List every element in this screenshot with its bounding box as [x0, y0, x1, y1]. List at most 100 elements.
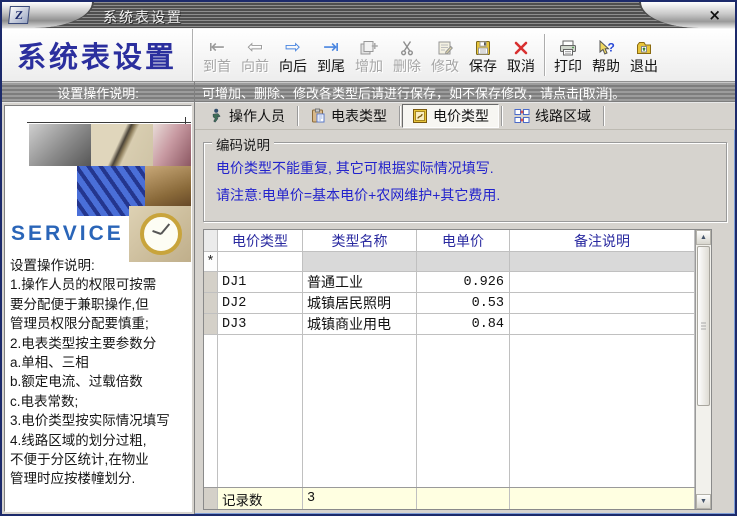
price-type-grid: 电价类型 类型名称 电单价 备注说明 *: [203, 229, 712, 510]
add-button[interactable]: 增加: [350, 31, 388, 79]
cell-type-name[interactable]: 城镇商业用电: [303, 314, 417, 334]
filler-cell: [218, 335, 303, 487]
window-title: 系统表设置: [103, 7, 183, 27]
scrollbar-track[interactable]: [696, 407, 711, 494]
groupbox-title: 编码说明: [212, 134, 274, 154]
cell-price-type[interactable]: [218, 252, 303, 271]
cell-price-type[interactable]: DJ2: [218, 293, 303, 313]
tab-separator: [297, 106, 298, 126]
exit-button[interactable]: 退出: [625, 31, 663, 79]
pocket-watch-icon: [140, 213, 182, 255]
message-bar: 可增加、删除、修改各类型后请进行保存，如不保存修改，请点击[取消]。: [195, 82, 735, 103]
toolbar-button-label: 保存: [469, 59, 497, 74]
toolbar-button-label: 到尾: [317, 59, 345, 74]
toolbar-button-label: 退出: [630, 59, 658, 74]
title-bar: Z 系统表设置 ×: [2, 2, 735, 29]
tab-operators[interactable]: 操作人员: [198, 104, 295, 128]
sidebar-header: 设置操作说明:: [2, 82, 194, 103]
page-title: 系统表设置: [2, 29, 193, 81]
grid-columns-area: 电价类型 类型名称 电单价 备注说明 *: [204, 230, 695, 509]
print-button[interactable]: 打印: [549, 31, 587, 79]
tab-line-areas[interactable]: 线路区域: [504, 104, 601, 128]
toolbar-button-label: 删除: [393, 59, 421, 74]
toolbar-button-label: 修改: [431, 59, 459, 74]
note-line: 请注意:电单价=基本电价+农网维护+其它费用.: [212, 182, 718, 209]
edit-icon: [437, 37, 453, 59]
filler-selector-column: [204, 335, 218, 487]
previous-record-button[interactable]: ⇦ 向前: [236, 31, 274, 79]
cancel-button[interactable]: 取消: [502, 31, 540, 79]
help-button[interactable]: ? 帮助: [587, 31, 625, 79]
filler-cell: [510, 335, 695, 487]
tab-price-types[interactable]: 电价类型: [402, 104, 499, 128]
tab-label: 电价类型: [433, 106, 489, 126]
first-record-button[interactable]: ⇤ 到首: [198, 31, 236, 79]
cell-unit-price[interactable]: 0.53: [417, 293, 510, 313]
cell-note[interactable]: [510, 293, 695, 313]
column-header-price-type[interactable]: 电价类型: [218, 230, 303, 251]
cell-note[interactable]: [510, 252, 695, 271]
header-bar: 系统表设置 ⇤ 到首 ⇦ 向前 ⇨ 向后 ⇥ 到尾 增加: [2, 29, 735, 82]
collage-watch-image: [129, 206, 192, 262]
exit-icon: [636, 37, 652, 59]
last-record-button[interactable]: ⇥ 到尾: [312, 31, 350, 79]
save-icon: [475, 37, 491, 59]
cell-price-type[interactable]: DJ3: [218, 314, 303, 334]
cell-note[interactable]: [510, 314, 695, 334]
delete-button[interactable]: 删除: [388, 31, 426, 79]
close-icon[interactable]: ×: [705, 7, 724, 24]
column-header-unit-price[interactable]: 电单价: [417, 230, 510, 251]
cell-type-name[interactable]: 普通工业: [303, 272, 417, 292]
filler-cell: [417, 335, 510, 487]
toolbar-button-label: 打印: [554, 59, 582, 74]
delete-icon: [399, 37, 415, 59]
last-record-icon: ⇥: [323, 37, 339, 59]
new-record-row[interactable]: *: [204, 252, 695, 272]
row-selector[interactable]: [204, 293, 218, 313]
cell-unit-price[interactable]: [417, 252, 510, 271]
toolbar-button-label: 向前: [241, 59, 269, 74]
edit-button[interactable]: 修改: [426, 31, 464, 79]
note-line: 电价类型不能重复, 其它可根据实际情况填写.: [212, 155, 718, 182]
new-record-marker: *: [204, 252, 218, 271]
cell-unit-price[interactable]: 0.926: [417, 272, 510, 292]
sidebar-content: SERVICE 设置操作说明: 1.操作人员的权限可按需 要分配便于兼职操作,但…: [4, 105, 192, 512]
cell-type-name[interactable]: 城镇居民照明: [303, 293, 417, 313]
decor-horizontal-line: [27, 122, 191, 123]
save-button[interactable]: 保存: [464, 31, 502, 79]
tab-label: 线路区域: [535, 106, 591, 126]
column-header-type-name[interactable]: 类型名称: [303, 230, 417, 251]
cell-note[interactable]: [510, 272, 695, 292]
add-icon: [360, 37, 378, 59]
scroll-up-icon[interactable]: ▲: [696, 230, 711, 245]
row-selector[interactable]: [204, 314, 218, 334]
toolbar-separator: [544, 34, 545, 76]
tab-meter-types[interactable]: 电表类型: [300, 104, 397, 128]
table-row[interactable]: DJ1 普通工业 0.926: [204, 272, 695, 293]
cell-type-name[interactable]: [303, 252, 417, 271]
row-selector[interactable]: [204, 272, 218, 292]
toolbar-button-label: 向后: [279, 59, 307, 74]
table-row[interactable]: DJ3 城镇商业用电 0.84: [204, 314, 695, 335]
column-header-note[interactable]: 备注说明: [510, 230, 695, 251]
scroll-down-icon[interactable]: ▼: [696, 494, 711, 509]
collage-machinery-image: [29, 124, 91, 166]
sidebar: 设置操作说明: SERVICE 设置操作说明: 1.操作人员的权限可按需 要分配…: [2, 82, 195, 514]
print-icon: [559, 37, 577, 59]
vertical-scrollbar[interactable]: ▲ ▼: [695, 230, 711, 509]
toolbar-button-label: 帮助: [592, 59, 620, 74]
cell-price-type[interactable]: DJ1: [218, 272, 303, 292]
table-row[interactable]: DJ2 城镇居民照明 0.53: [204, 293, 695, 314]
instructions-text: 设置操作说明: 1.操作人员的权限可按需 要分配便于兼职操作,但 管理员权限分配…: [10, 256, 192, 489]
toolbar: ⇤ 到首 ⇦ 向前 ⇨ 向后 ⇥ 到尾 增加: [193, 29, 663, 81]
footer-cell: [417, 488, 510, 509]
selector-header-cell: [204, 230, 218, 251]
next-record-button[interactable]: ⇨ 向后: [274, 31, 312, 79]
tab-separator: [399, 106, 400, 126]
scrollbar-thumb[interactable]: [697, 246, 710, 406]
cell-unit-price[interactable]: 0.84: [417, 314, 510, 334]
previous-record-icon: ⇦: [247, 37, 263, 59]
toolbar-button-label: 取消: [507, 59, 535, 74]
coding-notes-groupbox: 编码说明 电价类型不能重复, 其它可根据实际情况填写. 请注意:电单价=基本电价…: [203, 142, 727, 222]
next-record-icon: ⇨: [285, 37, 301, 59]
